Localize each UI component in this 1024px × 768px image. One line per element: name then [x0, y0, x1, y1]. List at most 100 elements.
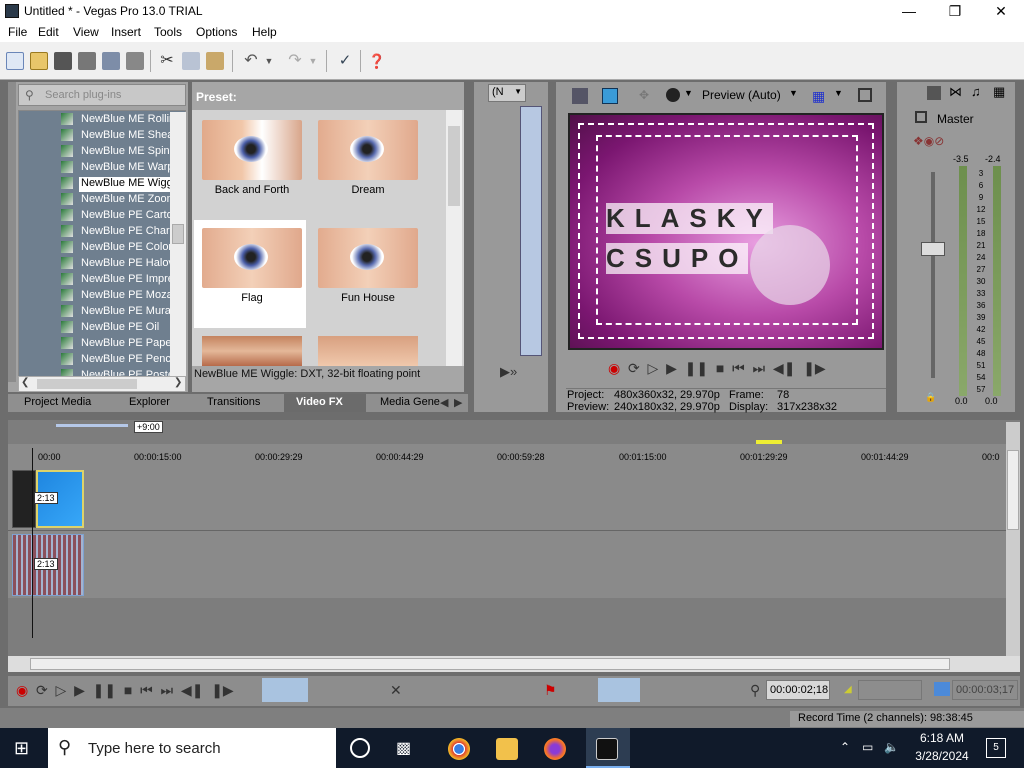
go-to-start-icon[interactable]: ⏮ — [140, 682, 153, 698]
preview-properties-icon[interactable] — [572, 88, 588, 104]
plugin-tree-item[interactable]: NewBlue PE Colore — [79, 241, 180, 256]
mixer-settings-icon[interactable]: ▦ — [993, 84, 1005, 100]
stop-icon[interactable]: ■ — [124, 682, 132, 698]
preset-fun-house[interactable]: Fun House — [310, 220, 422, 328]
scroll-thumb[interactable] — [172, 224, 184, 244]
play-from-start-icon[interactable]: ▷ — [648, 360, 659, 376]
preview-quality-dropdown[interactable]: Preview (Auto) — [702, 88, 781, 102]
menu-help[interactable]: Help — [252, 25, 277, 39]
scroll-thumb[interactable] — [1007, 450, 1019, 530]
trimmer-timeline[interactable] — [520, 106, 542, 356]
plugin-tree-item[interactable]: NewBlue ME Rollin — [79, 113, 177, 128]
go-to-end-icon[interactable]: ⏭ — [161, 682, 174, 698]
plugin-tree[interactable]: NewBlue ME Rollin NewBlue ME Shear NewBlue… — [18, 110, 186, 378]
pane-grip[interactable] — [8, 82, 16, 382]
menu-insert[interactable]: Insert — [111, 25, 141, 39]
menu-edit[interactable]: Edit — [38, 25, 59, 39]
normal-edit-tool-icon[interactable] — [262, 678, 308, 702]
render-icon[interactable] — [102, 52, 120, 70]
chevron-down-icon[interactable]: ▼ — [834, 88, 843, 98]
plugin-tree-item[interactable]: NewBlue ME Spin E — [79, 145, 182, 160]
loop-icon[interactable]: ⟳ — [628, 360, 640, 376]
open-icon[interactable] — [30, 52, 48, 70]
paste-icon[interactable] — [206, 52, 224, 70]
master-fx-chain-icon[interactable]: ❖◉⊘ — [913, 134, 944, 148]
preset-vscrollbar[interactable] — [446, 110, 462, 366]
plugin-tree-item[interactable]: NewBlue PE Charc — [79, 225, 177, 240]
plugin-tree-item[interactable]: NewBlue ME Shear — [79, 129, 179, 144]
loop-icon[interactable]: ⟳ — [36, 682, 48, 698]
menu-view[interactable]: View — [73, 25, 99, 39]
timeline-vscrollbar[interactable] — [1006, 422, 1020, 656]
preset-dream[interactable]: Dream — [310, 112, 422, 220]
copy-snapshot-icon[interactable] — [858, 88, 872, 102]
overlay-grid-icon[interactable]: ▦ — [812, 88, 825, 105]
task-view-icon[interactable]: ▩ — [396, 738, 411, 758]
maximize-icon[interactable]: ❐ — [932, 0, 978, 22]
record-icon[interactable]: ◉ — [16, 682, 28, 698]
network-icon[interactable]: ▭ — [862, 740, 873, 754]
new-icon[interactable] — [6, 52, 24, 70]
tab-scroll-left-icon[interactable]: ◀ — [440, 396, 448, 409]
plugin-tree-item[interactable]: NewBlue PE Halovi — [79, 257, 178, 272]
plugin-tree-item[interactable]: NewBlue ME Zoom — [79, 193, 178, 208]
preset-thumbnail-partial[interactable] — [202, 336, 302, 366]
tab-video-fx[interactable]: Video FX — [296, 396, 343, 408]
save-as-icon[interactable] — [78, 52, 96, 70]
plugin-tree-vscrollbar[interactable] — [170, 112, 186, 376]
vegas-app-icon[interactable] — [5, 4, 19, 18]
preset-flag[interactable]: Flag — [194, 220, 306, 328]
selection-length-field[interactable]: 00:00:03;17 — [952, 680, 1018, 700]
split-screen-icon[interactable]: ✥ — [636, 88, 652, 104]
close-icon[interactable]: ✕ — [978, 0, 1024, 22]
prev-frame-icon[interactable]: ◀❚ — [181, 682, 204, 698]
pause-icon[interactable]: ❚❚ — [685, 360, 708, 376]
plugin-tree-item[interactable]: NewBlue PE Oil — [79, 321, 161, 336]
menu-file[interactable]: File — [8, 25, 27, 39]
redo-dropdown-icon[interactable]: ▼ — [308, 52, 318, 70]
undo-icon[interactable]: ↶ — [242, 52, 260, 70]
copy-icon[interactable] — [182, 52, 200, 70]
selection-start-field[interactable] — [858, 680, 922, 700]
cursor-timecode[interactable]: 00:00:02;18 — [766, 680, 830, 700]
external-monitor-icon[interactable] — [602, 88, 618, 104]
cursor-position-icon[interactable]: ⚲ — [750, 682, 760, 699]
timeline-hscrollbar[interactable] — [8, 656, 1020, 672]
video-fx-icon[interactable] — [666, 88, 680, 102]
scroll-thumb[interactable] — [37, 379, 137, 389]
pause-icon[interactable]: ❚❚ — [93, 682, 116, 698]
notifications-icon[interactable]: 5 — [986, 738, 1006, 758]
record-icon[interactable]: ◉ — [608, 360, 620, 376]
undo-dropdown-icon[interactable]: ▼ — [264, 52, 274, 70]
cut-icon[interactable]: ✂ — [158, 52, 176, 70]
go-to-end-icon[interactable]: ⏭ — [753, 360, 766, 376]
tab-scroll-right-icon[interactable]: ▶ — [454, 396, 462, 409]
master-fader-track[interactable] — [931, 172, 935, 378]
tab-project-media[interactable]: Project Media — [24, 396, 91, 408]
plugin-tree-item[interactable]: NewBlue ME Wiggl — [79, 177, 178, 192]
file-explorer-icon[interactable] — [496, 738, 518, 760]
play-from-start-icon[interactable]: ▷ — [56, 682, 67, 698]
volume-muted-icon[interactable]: 🔈 — [884, 740, 899, 754]
plugin-tree-item[interactable]: NewBlue PE Impre — [79, 273, 176, 288]
redo-icon[interactable]: ↷ — [286, 52, 304, 70]
properties-icon[interactable] — [126, 52, 144, 70]
stop-icon[interactable]: ■ — [716, 360, 724, 376]
time-ruler[interactable]: 00:00 00:00:15:00 00:00:29:29 00:00:44:2… — [8, 440, 1008, 468]
clock-date[interactable]: 3/28/2024 — [914, 749, 970, 763]
plugin-tree-item[interactable]: NewBlue ME Warp — [79, 161, 176, 176]
loop-region-marker[interactable] — [756, 440, 782, 444]
menu-tools[interactable]: Tools — [154, 25, 182, 39]
chevron-down-icon[interactable]: ▼ — [789, 88, 798, 98]
scroll-thumb[interactable] — [30, 658, 950, 670]
trimmer-dropdown[interactable]: (N ▼ — [488, 84, 526, 102]
insert-marker-icon[interactable]: ⚑ — [544, 682, 557, 699]
play-icon[interactable]: ▶ — [74, 682, 85, 698]
chevron-down-icon[interactable]: ▼ — [684, 88, 693, 98]
master-fader-thumb[interactable] — [921, 242, 945, 256]
event-fx-icon[interactable]: ✓ — [336, 52, 354, 70]
tab-media-generators[interactable]: Media Gene — [380, 396, 440, 408]
plugin-tree-item[interactable]: NewBlue PE Carto — [79, 209, 175, 224]
lock-icon[interactable]: 🔒 — [925, 392, 936, 403]
plugin-tree-item[interactable]: NewBlue PE Pencil — [79, 353, 178, 368]
